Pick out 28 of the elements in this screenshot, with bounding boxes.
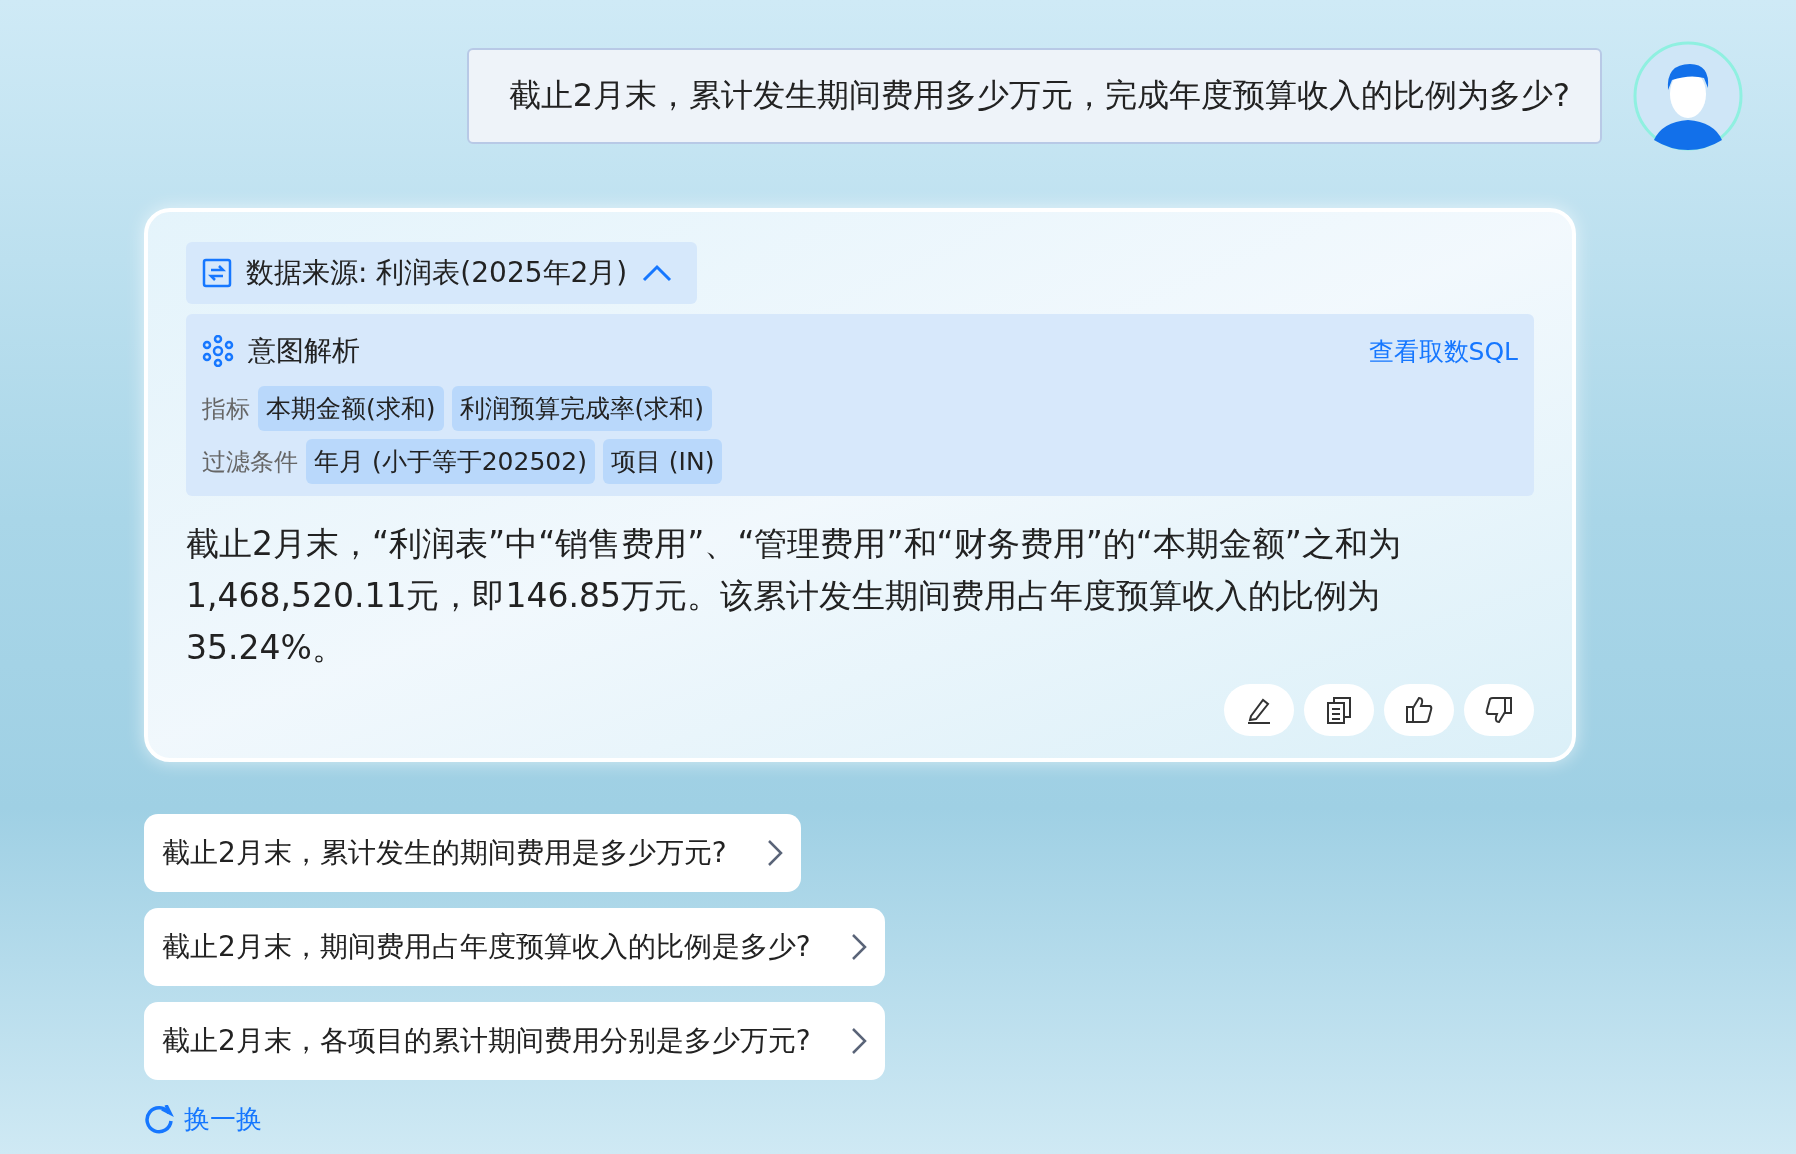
data-source-toggle[interactable]: 数据来源: 利润表(2025年2月): [186, 242, 698, 304]
chevron-right-icon: [766, 839, 783, 867]
suggestion-item[interactable]: 截止2月末，累计发生的期间费用是多少万元?: [144, 814, 801, 892]
tag: 项目 (IN): [602, 439, 723, 484]
avatar-icon: [1632, 40, 1744, 152]
edit-button[interactable]: [1224, 684, 1294, 736]
thumbs-down-button[interactable]: [1464, 684, 1534, 736]
nodes-icon: [202, 335, 234, 367]
refresh-icon: [144, 1104, 174, 1135]
suggestion-item[interactable]: 截止2月末，各项目的累计期间费用分别是多少万元?: [144, 1002, 885, 1080]
copy-button[interactable]: [1304, 684, 1374, 736]
suggestion-item[interactable]: 截止2月末，期间费用占年度预算收入的比例是多少?: [144, 908, 885, 986]
chevron-up-icon: [641, 263, 674, 283]
chevron-right-icon: [850, 1027, 867, 1055]
answer-text: 截止2月末，“利润表”中“销售费用”、“管理费用”和“财务费用”的“本期金额”之和为1,468,520.11元，即146.85万元。该累计发生期间费用占年度预算收入的比例为35.24%。: [186, 523, 1402, 669]
tag: 利润预算完成率(求和): [451, 386, 713, 431]
table-switch-icon: [202, 258, 232, 288]
chevron-right-icon: [850, 933, 867, 961]
tag: 年月 (小于等于202502): [306, 439, 595, 484]
thumbs-up-icon: [1404, 695, 1434, 725]
user-message: 截止2月末，累计发生期间费用多少万元，完成年度预算收入的比例为多少?: [466, 48, 1602, 144]
thumbs-up-button[interactable]: [1384, 684, 1454, 736]
tag: 本期金额(求和): [258, 386, 444, 431]
row-label: 过滤条件: [202, 446, 298, 478]
thumbs-down-icon: [1484, 695, 1514, 725]
intent-title: 意图解析: [248, 333, 361, 369]
row-label: 指标: [202, 393, 250, 425]
copy-icon: [1324, 695, 1354, 725]
